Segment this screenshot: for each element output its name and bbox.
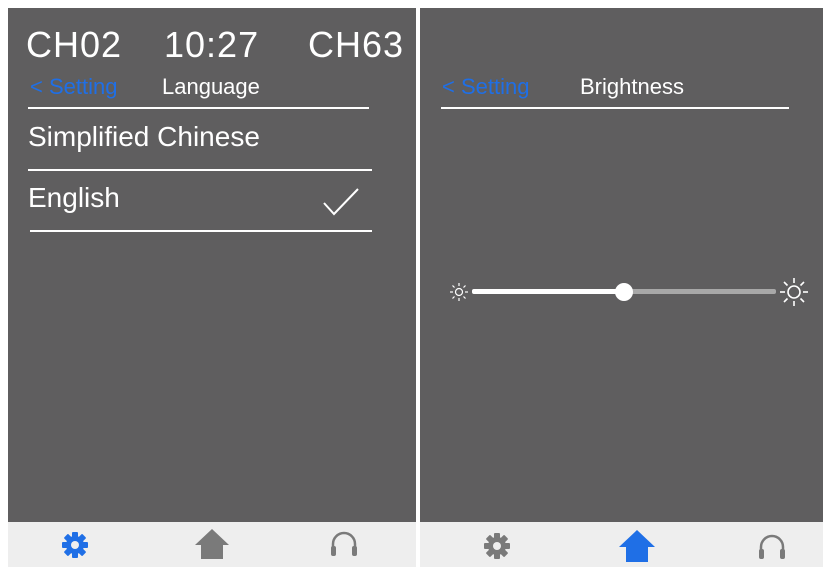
header-divider — [441, 107, 789, 109]
slider-fill — [472, 289, 624, 294]
brightness-low-icon — [450, 283, 468, 301]
bottom-nav — [420, 522, 823, 567]
settings-icon[interactable] — [482, 531, 512, 561]
language-label: English — [28, 182, 120, 213]
list-divider — [28, 169, 372, 171]
back-button[interactable]: < Setting — [442, 74, 529, 100]
page-title: Brightness — [580, 74, 684, 99]
channel-left: CH02 — [26, 24, 123, 65]
clock: 10:27 — [164, 24, 260, 65]
headphones-icon[interactable] — [328, 528, 360, 560]
back-button[interactable]: < Setting — [30, 74, 117, 100]
brightness-high-icon — [780, 278, 808, 306]
page-title: Language — [162, 74, 260, 99]
slider-track[interactable] — [624, 289, 776, 294]
list-divider — [30, 230, 372, 232]
language-label: Simplified Chinese — [28, 121, 260, 152]
language-screen: CH02 10:27 CH63 < Setting Language Simpl… — [8, 8, 416, 567]
bottom-nav — [8, 522, 416, 567]
home-icon[interactable] — [618, 528, 656, 564]
settings-icon[interactable] — [60, 530, 90, 560]
channel-right: CH63 — [307, 24, 404, 65]
checkmark-icon — [323, 188, 359, 216]
header-divider — [28, 107, 369, 109]
slider-thumb[interactable] — [615, 283, 633, 301]
home-icon[interactable] — [193, 527, 231, 561]
brightness-screen: < Setting Brightness — [420, 8, 823, 567]
status-bar: CH02 10:27 CH63 — [8, 18, 416, 65]
headphones-icon[interactable] — [756, 531, 788, 563]
